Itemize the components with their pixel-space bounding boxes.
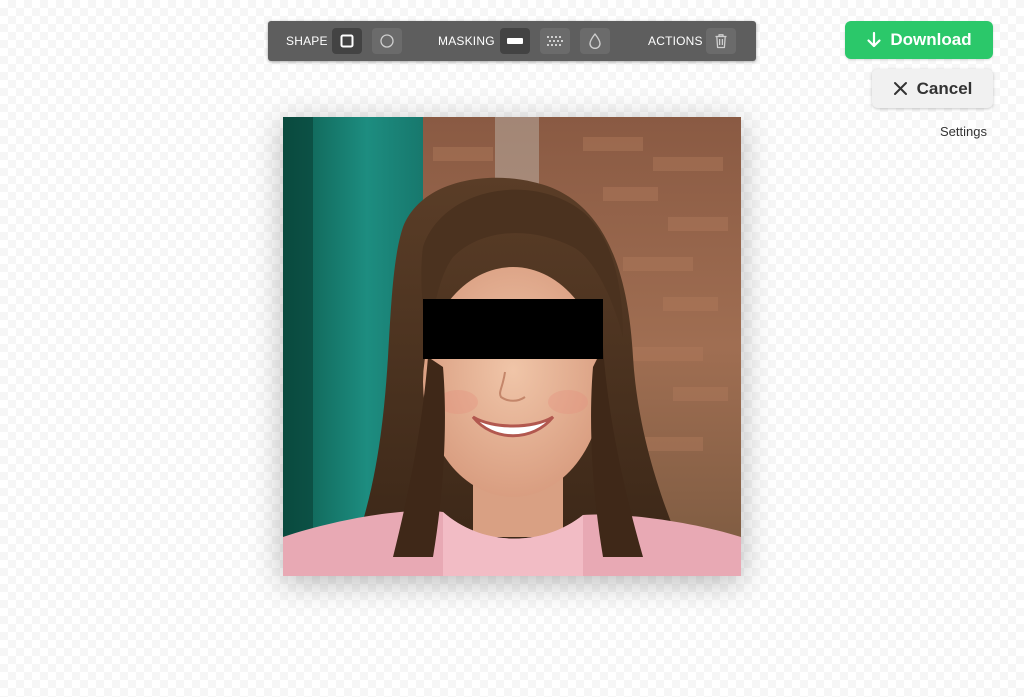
blur-drop-icon [589, 33, 601, 49]
settings-link[interactable]: Settings [900, 124, 987, 139]
close-icon [893, 82, 907, 95]
masking-label: MASKING [438, 34, 495, 48]
delete-button[interactable] [706, 28, 736, 54]
square-icon [340, 34, 354, 48]
mask-blur-button[interactable] [580, 28, 610, 54]
mask-pixelate-button[interactable] [540, 28, 570, 54]
pixelate-icon [547, 36, 563, 46]
mask-solid-button[interactable] [500, 28, 530, 54]
arrow-down-icon [867, 31, 881, 48]
actions-label: ACTIONS [648, 34, 703, 48]
download-label: Download [890, 30, 972, 49]
shape-circle-button[interactable] [372, 28, 402, 54]
face-mask-rectangle[interactable] [423, 299, 603, 359]
cancel-button[interactable]: Cancel [872, 69, 993, 108]
circle-icon [380, 34, 394, 48]
cancel-label: Cancel [916, 78, 973, 98]
download-button[interactable]: Download [845, 21, 993, 59]
trash-icon [715, 34, 727, 49]
solid-bar-icon [507, 38, 523, 44]
shape-square-button[interactable] [332, 28, 362, 54]
shape-label: SHAPE [286, 34, 328, 48]
editor-toolbar: SHAPE MASKING ACTIONS [268, 21, 756, 61]
photo-canvas[interactable] [283, 117, 741, 576]
